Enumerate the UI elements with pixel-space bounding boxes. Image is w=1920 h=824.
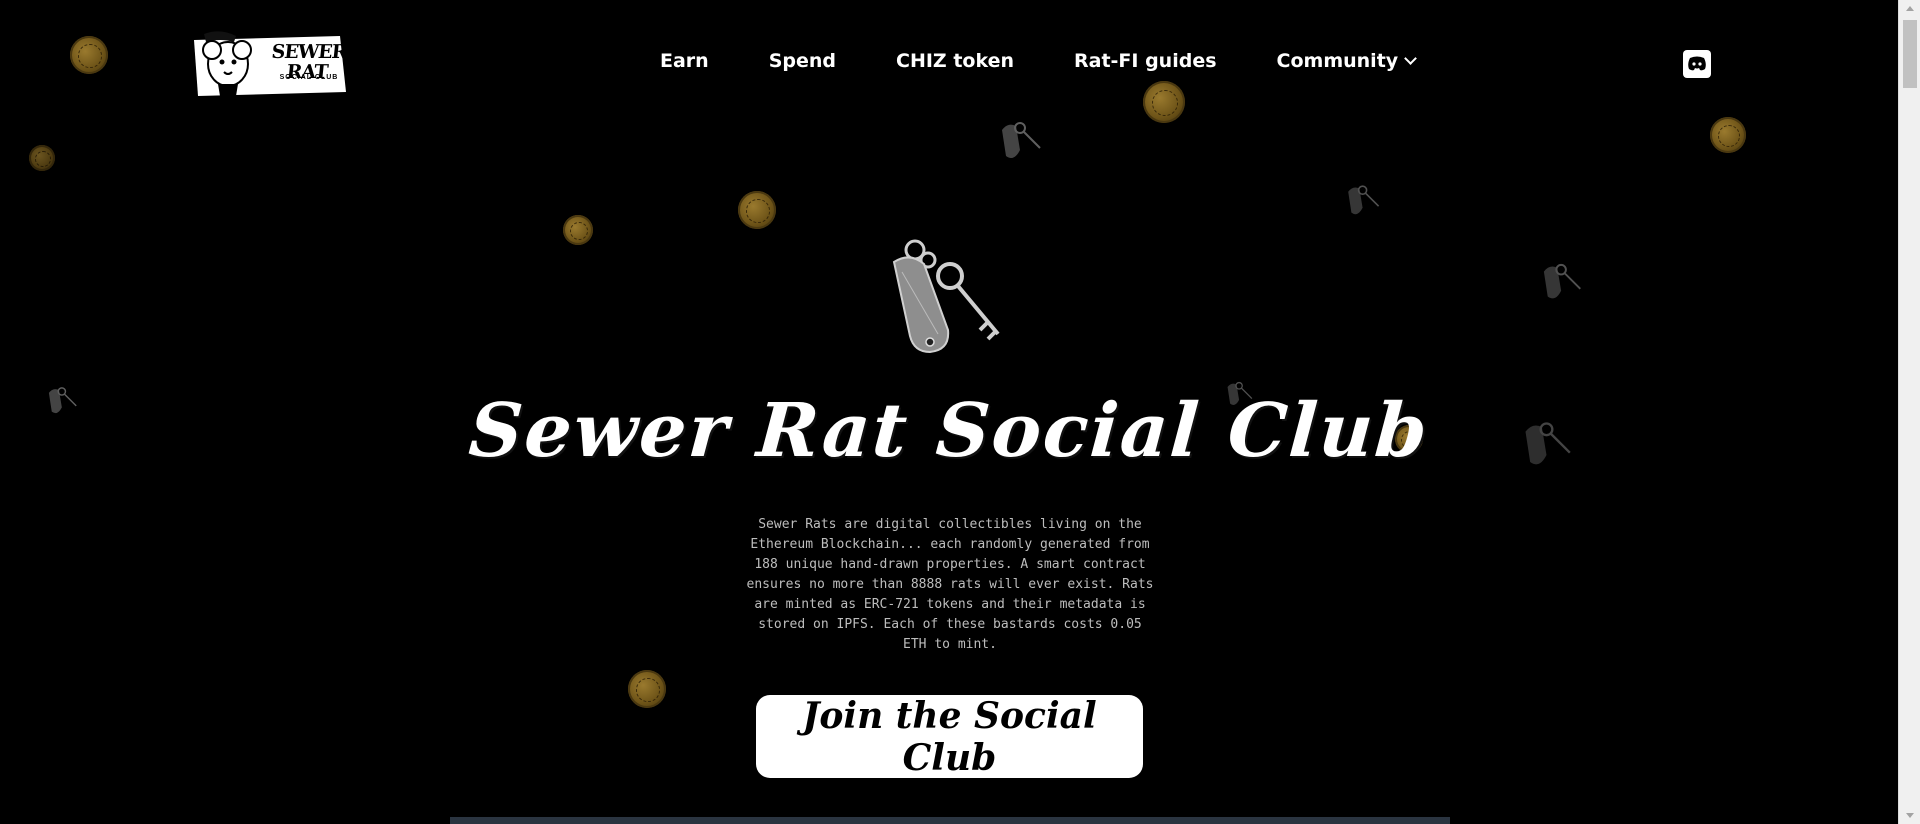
nav-community-dropdown[interactable]: Community [1276,50,1418,72]
nav-chiz-token-link[interactable]: CHIZ token [896,50,1014,72]
top-nav: SEWER RAT SOCIAL CLUB Earn Spend CHIZ to… [0,0,1898,126]
nav-rat-fi-guides-link[interactable]: Rat-FI guides [1074,50,1217,72]
coin-decoration [738,191,776,229]
join-social-club-button[interactable]: Join the Social Club [756,695,1143,779]
key-decoration [1002,122,1041,158]
discord-icon[interactable] [1683,50,1711,78]
nav-spend-link[interactable]: Spend [769,50,836,72]
logo-subtitle: SOCIAL CLUB [279,74,339,81]
motel-key-icon [892,239,1000,354]
page: SEWER RAT SOCIAL CLUB Earn Spend CHIZ to… [0,0,1920,824]
scroll-thumb[interactable] [1903,20,1917,88]
coin-decoration [563,215,593,245]
site-logo[interactable]: SEWER RAT SOCIAL CLUB [190,30,350,98]
next-section-edge [450,817,1450,824]
nav-earn-link[interactable]: Earn [660,50,709,72]
hero-description: Sewer Rats are digital collectibles livi… [746,517,1154,652]
scroll-down-arrow-icon[interactable] [1906,813,1914,818]
vertical-scrollbar[interactable] [1898,0,1920,824]
coin-decoration [628,670,666,708]
nav-community-label: Community [1276,50,1399,72]
key-decoration [1348,185,1380,215]
scroll-up-arrow-icon[interactable] [1906,6,1914,11]
main-menu: Earn Spend CHIZ token Rat-FI guides Comm… [660,50,1418,72]
hero-title: Sewer Rat Social Club [466,388,1432,474]
key-decoration [1543,263,1581,299]
chevron-down-icon [1404,52,1418,65]
coin-decoration [29,145,55,171]
